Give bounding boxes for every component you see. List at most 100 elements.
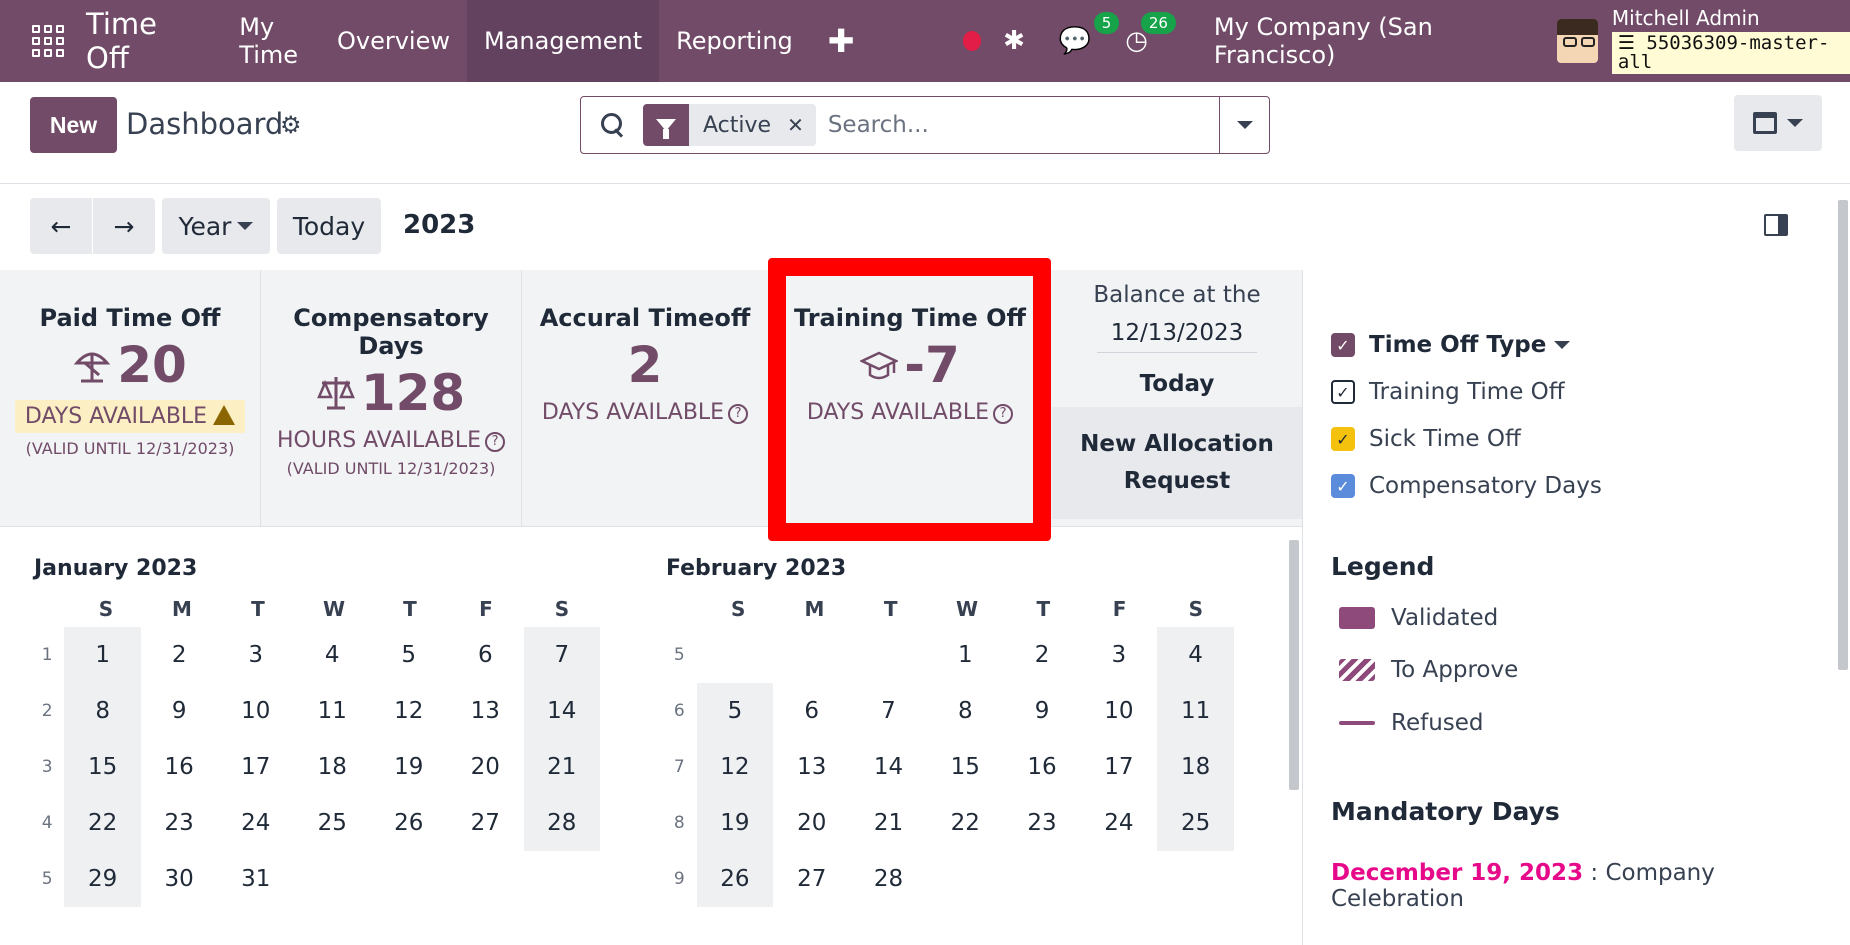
- calendar-day[interactable]: 15: [64, 739, 141, 795]
- calendar-day[interactable]: 20: [773, 795, 850, 851]
- calendar-day[interactable]: 16: [141, 739, 218, 795]
- balance-date-input[interactable]: 12/13/2023: [1097, 320, 1257, 353]
- calendar-day[interactable]: 12: [696, 739, 774, 795]
- calendar-day[interactable]: 26: [370, 795, 447, 851]
- calendar-day[interactable]: 2: [141, 627, 218, 683]
- calendar-day[interactable]: 2: [1004, 627, 1081, 683]
- menu-my-time[interactable]: My Time: [222, 0, 320, 82]
- today-button[interactable]: Today: [277, 198, 381, 254]
- menu-management[interactable]: Management: [467, 0, 660, 82]
- search-input[interactable]: [827, 112, 1208, 138]
- calendar-day[interactable]: 6: [447, 627, 524, 683]
- filter-training-time-off[interactable]: ✓ Training Time Off: [1331, 379, 1565, 405]
- calendar-day[interactable]: 24: [217, 795, 294, 851]
- view-switcher[interactable]: [1734, 95, 1822, 151]
- record-icon[interactable]: [962, 31, 982, 51]
- calendar-day[interactable]: 30: [141, 851, 218, 907]
- calendar-day[interactable]: 31: [217, 851, 294, 907]
- calendar-day[interactable]: 9: [141, 683, 218, 739]
- calendar-day[interactable]: 17: [1080, 739, 1157, 795]
- checkbox-icon[interactable]: ✓: [1331, 333, 1355, 357]
- calendar-day[interactable]: 4: [1157, 627, 1235, 683]
- calendar-day[interactable]: 25: [1157, 795, 1235, 851]
- calendar-day[interactable]: 14: [850, 739, 927, 795]
- calendar-day[interactable]: 17: [217, 739, 294, 795]
- search-options-toggle[interactable]: [1219, 97, 1269, 153]
- calendar-day[interactable]: 29: [64, 851, 141, 907]
- checkbox-icon[interactable]: ✓: [1331, 474, 1355, 498]
- calendar-day[interactable]: 27: [773, 851, 850, 907]
- calendar-day[interactable]: 27: [447, 795, 524, 851]
- calendar-day[interactable]: 5: [696, 683, 774, 739]
- checkbox-icon[interactable]: ✓: [1331, 380, 1355, 404]
- calendar-day[interactable]: 21: [850, 795, 927, 851]
- search-icon[interactable]: [601, 113, 625, 137]
- calendar-day[interactable]: 28: [850, 851, 927, 907]
- calendar-day[interactable]: 9: [1004, 683, 1081, 739]
- plus-icon[interactable]: ✚: [810, 22, 873, 60]
- calendar-day[interactable]: 10: [217, 683, 294, 739]
- filter-sick-time-off[interactable]: ✓ Sick Time Off: [1331, 426, 1521, 452]
- scale-dropdown[interactable]: Year: [162, 198, 270, 254]
- calendar-day[interactable]: 23: [141, 795, 218, 851]
- prev-button[interactable]: ←: [30, 198, 92, 254]
- calendar-week-row: 8 19 20 21 22 23 24 25: [662, 795, 1235, 851]
- bug-icon[interactable]: ✱: [1003, 26, 1025, 56]
- company-switcher[interactable]: My Company (San Francisco): [1214, 13, 1535, 69]
- calendar-day[interactable]: 13: [447, 683, 524, 739]
- arrow-left-icon: ←: [50, 211, 72, 241]
- checkbox-icon[interactable]: ✓: [1331, 427, 1355, 451]
- new-allocation-request-button[interactable]: New Allocation Request: [1052, 407, 1302, 519]
- calendar-day[interactable]: 24: [1080, 795, 1157, 851]
- calendar-day[interactable]: 1: [64, 627, 141, 683]
- calendar-day[interactable]: 11: [1157, 683, 1235, 739]
- filter-compensatory-days[interactable]: ✓ Compensatory Days: [1331, 473, 1602, 499]
- calendar-day[interactable]: 21: [523, 739, 601, 795]
- filter-time-off-type[interactable]: ✓ Time Off Type: [1331, 332, 1571, 358]
- calendar-day[interactable]: 19: [370, 739, 447, 795]
- menu-overview[interactable]: Overview: [320, 0, 467, 82]
- calendar-day[interactable]: 19: [696, 795, 774, 851]
- calendar-day[interactable]: 6: [773, 683, 850, 739]
- calendar-day[interactable]: 16: [1004, 739, 1081, 795]
- calendar-day[interactable]: 3: [217, 627, 294, 683]
- calendar-day[interactable]: 28: [523, 795, 601, 851]
- user-menu[interactable]: Mitchell Admin ☰ 55036309-master-all: [1611, 8, 1850, 74]
- calendar-day[interactable]: 11: [294, 683, 371, 739]
- calendar-day[interactable]: 22: [927, 795, 1004, 851]
- calendar-day[interactable]: 5: [370, 627, 447, 683]
- close-icon[interactable]: ✕: [787, 113, 804, 137]
- calendar-day[interactable]: 20: [447, 739, 524, 795]
- calendar-day[interactable]: 25: [294, 795, 371, 851]
- new-button[interactable]: New: [30, 97, 117, 153]
- gear-icon[interactable]: ⚙: [280, 111, 302, 139]
- calendar-day[interactable]: 13: [773, 739, 850, 795]
- help-icon[interactable]: ?: [485, 432, 506, 452]
- menu-reporting[interactable]: Reporting: [659, 0, 810, 82]
- calendar-day[interactable]: 26: [696, 851, 774, 907]
- app-name[interactable]: Time Off: [86, 7, 202, 75]
- activity-clock-icon[interactable]: ◷ 26: [1125, 12, 1176, 56]
- calendar-day[interactable]: 12: [370, 683, 447, 739]
- calendar-day[interactable]: 18: [294, 739, 371, 795]
- calendar-day[interactable]: 15: [927, 739, 1004, 795]
- calendar-day[interactable]: 7: [523, 627, 601, 683]
- calendar-day[interactable]: 10: [1080, 683, 1157, 739]
- calendar-day[interactable]: 1: [927, 627, 1004, 683]
- chat-icon[interactable]: 💬 5: [1059, 12, 1120, 56]
- calendar-scrollbar[interactable]: [1289, 540, 1299, 790]
- calendar-day[interactable]: 7: [850, 683, 927, 739]
- calendar-day[interactable]: 4: [294, 627, 371, 683]
- calendar-day[interactable]: 22: [64, 795, 141, 851]
- calendar-day[interactable]: 18: [1157, 739, 1235, 795]
- calendar-day[interactable]: 23: [1004, 795, 1081, 851]
- help-icon[interactable]: ?: [728, 404, 749, 424]
- calendar-day[interactable]: 8: [64, 683, 141, 739]
- calendar-day[interactable]: 3: [1080, 627, 1157, 683]
- app-grid-icon[interactable]: [32, 25, 64, 57]
- side-panel-toggle-icon[interactable]: [1764, 214, 1788, 236]
- next-button[interactable]: →: [93, 198, 155, 254]
- calendar-day[interactable]: 8: [927, 683, 1004, 739]
- avatar[interactable]: [1557, 19, 1598, 63]
- calendar-day[interactable]: 14: [523, 683, 601, 739]
